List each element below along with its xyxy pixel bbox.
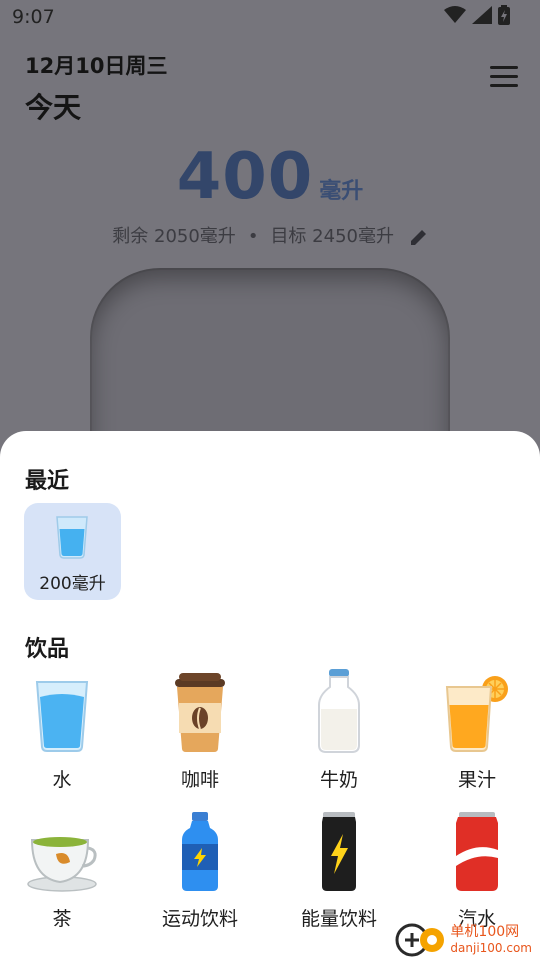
juice-glass-icon — [445, 676, 508, 752]
watermark-url: danji100.com — [450, 941, 532, 955]
status-time: 9:07 — [12, 6, 55, 28]
goal-text[interactable]: 目标 2450毫升 — [270, 226, 394, 247]
drinks-section-title: 饮品 — [25, 637, 70, 662]
drink-picker-sheet: 最近 200毫升 饮品 水 咖啡 牛奶 果汁 茶 运动饮料 能量饮料 汽水 单机… — [0, 431, 540, 960]
signal-icon — [472, 6, 492, 24]
drink-milk[interactable]: 牛奶 — [277, 669, 401, 792]
drink-energy-label: 能量饮料 — [300, 908, 377, 930]
page-title: 今天 — [25, 91, 82, 124]
pencil-icon[interactable] — [410, 228, 428, 246]
milk-bottle-icon — [318, 669, 360, 753]
drink-juice-label: 果汁 — [457, 769, 496, 791]
drink-energy[interactable]: 能量饮料 — [277, 808, 401, 931]
intake-amount-unit: 毫升 — [319, 179, 364, 204]
drink-sports-label: 运动饮料 — [161, 908, 238, 930]
intake-amount-value: 400 — [176, 140, 314, 214]
drink-soda[interactable]: 汽水 — [415, 808, 539, 931]
water-glass-icon — [35, 681, 89, 752]
intake-amount: 400 毫升 — [0, 140, 540, 214]
remaining-text: 剩余 2050毫升 — [112, 226, 236, 247]
drink-tea-label: 茶 — [52, 908, 72, 930]
drink-coffee[interactable]: 咖啡 — [138, 669, 262, 792]
drink-water-label: 水 — [52, 769, 72, 791]
recent-section-title: 最近 — [25, 469, 70, 494]
sports-drink-icon — [182, 812, 218, 891]
energy-drink-icon — [322, 812, 356, 891]
intake-summary: 剩余 2050毫升 • 目标 2450毫升 — [0, 222, 540, 248]
watermark-text: 单机100网 — [450, 924, 520, 940]
recent-item-label: 200毫升 — [39, 574, 106, 594]
wifi-icon — [444, 6, 466, 23]
drink-milk-label: 牛奶 — [319, 769, 358, 791]
status-bar: 9:07 — [0, 0, 540, 36]
soda-can-icon — [456, 812, 498, 891]
drink-water[interactable]: 水 — [0, 669, 124, 792]
header-date: 12月10日周三 — [25, 54, 168, 78]
water-glass-icon — [56, 516, 88, 559]
recent-item[interactable]: 200毫升 — [24, 503, 121, 600]
drink-sports[interactable]: 运动饮料 — [138, 808, 262, 931]
battery-icon — [498, 5, 510, 25]
watermark: 单机100网 danji100.com — [394, 922, 532, 958]
separator-dot: • — [247, 226, 259, 247]
drink-coffee-label: 咖啡 — [180, 769, 219, 791]
status-icons — [444, 5, 510, 25]
watermark-logo-icon — [395, 923, 445, 957]
drink-juice[interactable]: 果汁 — [415, 669, 539, 792]
tea-cup-icon — [27, 837, 97, 892]
coffee-cup-icon — [175, 673, 225, 752]
drink-tea[interactable]: 茶 — [0, 808, 124, 931]
hamburger-menu-icon[interactable] — [490, 66, 518, 88]
